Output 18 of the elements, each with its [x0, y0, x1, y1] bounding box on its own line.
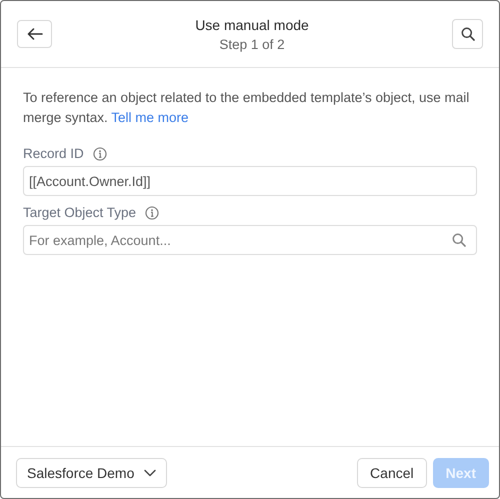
step-indicator: Step 1 of 2 [219, 36, 285, 52]
field-label: Record ID [23, 146, 84, 161]
field-label: Target Object Type [23, 205, 136, 220]
cancel-button[interactable]: Cancel [357, 458, 427, 488]
chevron-down-icon [144, 468, 156, 476]
tell-me-more-link[interactable]: Tell me more [111, 110, 189, 125]
input-field[interactable]: [[Account.Owner.Id]] [23, 166, 477, 196]
intro-text: To reference an object related to the embedded template’s object, use mail merge syntax. Tell me more [23, 89, 470, 127]
search-button[interactable] [452, 19, 483, 49]
search-icon [452, 233, 466, 247]
search-icon [460, 27, 474, 41]
back-arrow-icon [26, 28, 42, 40]
info-icon [145, 206, 160, 220]
org-dropdown[interactable]: Salesforce Demo [16, 458, 168, 488]
back-button[interactable] [17, 20, 52, 48]
dialog-title: Use manual mode [195, 16, 309, 32]
info-icon [92, 146, 107, 160]
search-field[interactable]: For example, Account... [23, 225, 477, 255]
